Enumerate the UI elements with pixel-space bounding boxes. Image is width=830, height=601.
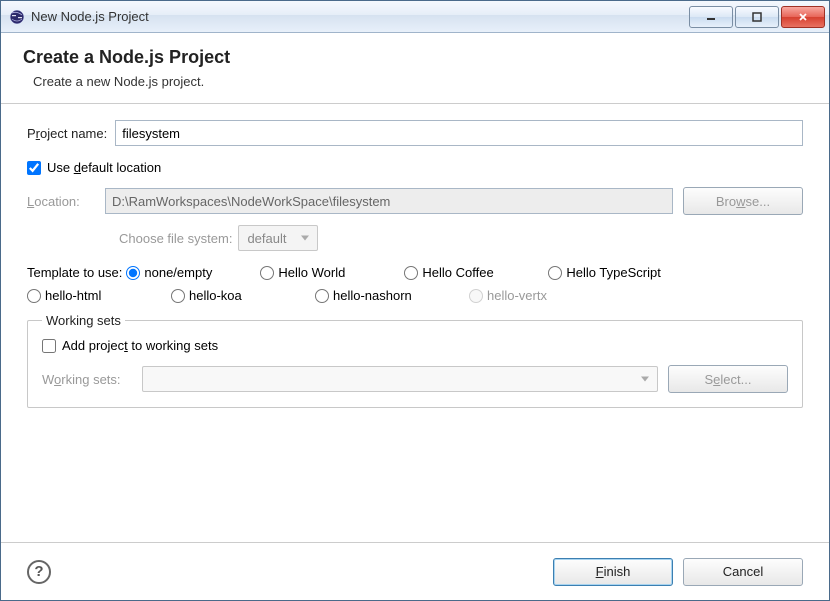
template-radio-hello-vertx	[469, 289, 483, 303]
cancel-button[interactable]: Cancel	[683, 558, 803, 586]
finish-button[interactable]: Finish	[553, 558, 673, 586]
template-radio-hello-koa[interactable]	[171, 289, 185, 303]
project-name-label: Project name:	[27, 126, 107, 141]
window-title: New Node.js Project	[31, 9, 689, 24]
template-option-hello-typescript[interactable]: Hello TypeScript	[548, 265, 708, 280]
use-default-location-label: Use default location	[47, 160, 161, 175]
working-sets-label: Working sets:	[42, 372, 142, 387]
template-option-hello-coffee[interactable]: Hello Coffee	[404, 265, 544, 280]
working-sets-add-row: Add project to working sets	[42, 338, 788, 353]
location-input	[105, 188, 673, 214]
use-default-location-checkbox[interactable]	[27, 161, 41, 175]
app-icon	[9, 9, 25, 25]
template-option-hello-world[interactable]: Hello World	[260, 265, 400, 280]
close-button[interactable]	[781, 6, 825, 28]
wizard-header: Create a Node.js Project Create a new No…	[1, 33, 829, 104]
template-row-1: Template to use: none/empty Hello World …	[27, 265, 803, 280]
template-option-hello-nashorn[interactable]: hello-nashorn	[315, 288, 465, 303]
wizard-footer: ? Finish Cancel	[1, 542, 829, 600]
working-sets-group: Working sets Add project to working sets…	[27, 313, 803, 408]
add-to-working-sets-label: Add project to working sets	[62, 338, 218, 353]
template-option-hello-html[interactable]: hello-html	[27, 288, 167, 303]
use-default-location-row: Use default location	[27, 160, 803, 175]
template-radio-hello-coffee[interactable]	[404, 266, 418, 280]
page-subtitle: Create a new Node.js project.	[33, 74, 807, 89]
filesystem-label: Choose file system:	[119, 231, 232, 246]
template-label: Template to use:	[27, 265, 122, 280]
template-radio-hello-html[interactable]	[27, 289, 41, 303]
maximize-button[interactable]	[735, 6, 779, 28]
filesystem-select: default	[238, 225, 318, 251]
working-sets-select-row: Working sets: Select...	[42, 365, 788, 393]
wizard-content: Project name: Use default location Locat…	[1, 104, 829, 542]
help-icon[interactable]: ?	[27, 560, 51, 584]
template-radio-hello-world[interactable]	[260, 266, 274, 280]
page-title: Create a Node.js Project	[23, 47, 807, 68]
template-option-none-empty[interactable]: none/empty	[126, 265, 256, 280]
filesystem-row: Choose file system: default	[119, 225, 803, 251]
template-radio-hello-nashorn[interactable]	[315, 289, 329, 303]
window-controls	[689, 6, 827, 28]
template-row-2: hello-html hello-koa hello-nashorn hello…	[27, 288, 803, 303]
add-to-working-sets-checkbox[interactable]	[42, 339, 56, 353]
project-name-row: Project name:	[27, 120, 803, 146]
working-sets-legend: Working sets	[42, 313, 125, 328]
location-row: Location: Browse...	[27, 187, 803, 215]
template-radio-none-empty[interactable]	[126, 266, 140, 280]
project-name-input[interactable]	[115, 120, 803, 146]
template-radio-hello-typescript[interactable]	[548, 266, 562, 280]
minimize-button[interactable]	[689, 6, 733, 28]
location-label: Location:	[27, 194, 97, 209]
select-working-sets-button: Select...	[668, 365, 788, 393]
template-option-hello-koa[interactable]: hello-koa	[171, 288, 311, 303]
template-option-hello-vertx: hello-vertx	[469, 288, 609, 303]
browse-button: Browse...	[683, 187, 803, 215]
titlebar: New Node.js Project	[1, 1, 829, 33]
template-block: Template to use: none/empty Hello World …	[27, 265, 803, 303]
working-sets-combo	[142, 366, 658, 392]
